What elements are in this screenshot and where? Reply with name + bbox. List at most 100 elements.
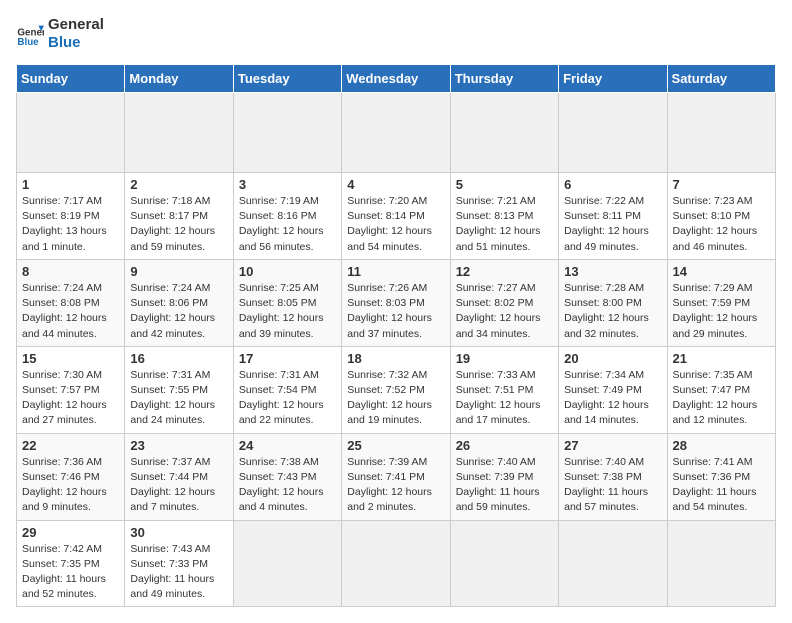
column-header-wednesday: Wednesday	[342, 65, 450, 93]
calendar-cell: 14 Sunrise: 7:29 AM Sunset: 7:59 PM Dayli…	[667, 259, 775, 346]
calendar-cell	[233, 520, 341, 607]
calendar-cell	[233, 93, 341, 173]
day-number: 28	[673, 438, 770, 453]
column-header-saturday: Saturday	[667, 65, 775, 93]
calendar-cell: 4Sunrise: 7:20 AM Sunset: 8:14 PM Daylig…	[342, 173, 450, 260]
day-number: 16	[130, 351, 227, 366]
day-number: 1	[22, 177, 119, 192]
day-info: Sunrise: 7:30 AM Sunset: 7:57 PM Dayligh…	[22, 368, 119, 429]
day-number: 9	[130, 264, 227, 279]
calendar-cell: 28Sunrise: 7:41 AM Sunset: 7:36 PM Dayli…	[667, 433, 775, 520]
day-number: 18	[347, 351, 444, 366]
calendar-cell: 26Sunrise: 7:40 AM Sunset: 7:39 PM Dayli…	[450, 433, 558, 520]
calendar-cell	[559, 520, 667, 607]
calendar-header-row: SundayMondayTuesdayWednesdayThursdayFrid…	[17, 65, 776, 93]
day-number: 30	[130, 525, 227, 540]
calendar-cell: 5Sunrise: 7:21 AM Sunset: 8:13 PM Daylig…	[450, 173, 558, 260]
day-info: Sunrise: 7:19 AM Sunset: 8:16 PM Dayligh…	[239, 194, 336, 255]
calendar-cell	[342, 93, 450, 173]
calendar-week-3: 15Sunrise: 7:30 AM Sunset: 7:57 PM Dayli…	[17, 346, 776, 433]
calendar-week-5: 29Sunrise: 7:42 AM Sunset: 7:35 PM Dayli…	[17, 520, 776, 607]
day-info: Sunrise: 7:29 AM Sunset: 7:59 PM Dayligh…	[673, 281, 770, 342]
calendar-cell: 29Sunrise: 7:42 AM Sunset: 7:35 PM Dayli…	[17, 520, 125, 607]
day-number: 17	[239, 351, 336, 366]
calendar-week-4: 22 Sunrise: 7:36 AM Sunset: 7:46 PM Dayli…	[17, 433, 776, 520]
day-number: 25	[347, 438, 444, 453]
day-info: Sunrise: 7:34 AM Sunset: 7:49 PM Dayligh…	[564, 368, 661, 429]
calendar-cell: 20 Sunrise: 7:34 AM Sunset: 7:49 PM Dayli…	[559, 346, 667, 433]
calendar-cell: 19Sunrise: 7:33 AM Sunset: 7:51 PM Dayli…	[450, 346, 558, 433]
calendar-cell: 16 Sunrise: 7:31 AM Sunset: 7:55 PM Dayli…	[125, 346, 233, 433]
calendar-cell: 10Sunrise: 7:25 AM Sunset: 8:05 PM Dayli…	[233, 259, 341, 346]
calendar-cell: 7 Sunrise: 7:23 AM Sunset: 8:10 PM Daylig…	[667, 173, 775, 260]
day-info: Sunrise: 7:31 AM Sunset: 7:54 PM Dayligh…	[239, 368, 336, 429]
column-header-thursday: Thursday	[450, 65, 558, 93]
day-info: Sunrise: 7:24 AM Sunset: 8:08 PM Dayligh…	[22, 281, 119, 342]
calendar-table: SundayMondayTuesdayWednesdayThursdayFrid…	[16, 64, 776, 607]
day-number: 8	[22, 264, 119, 279]
column-header-friday: Friday	[559, 65, 667, 93]
day-number: 2	[130, 177, 227, 192]
calendar-cell: 1 Sunrise: 7:17 AM Sunset: 8:19 PM Daylig…	[17, 173, 125, 260]
calendar-cell: 23Sunrise: 7:37 AM Sunset: 7:44 PM Dayli…	[125, 433, 233, 520]
calendar-week-2: 8 Sunrise: 7:24 AM Sunset: 8:08 PM Daylig…	[17, 259, 776, 346]
logo-blue: Blue	[48, 34, 104, 52]
day-number: 24	[239, 438, 336, 453]
day-info: Sunrise: 7:38 AM Sunset: 7:43 PM Dayligh…	[239, 455, 336, 516]
column-header-monday: Monday	[125, 65, 233, 93]
day-number: 4	[347, 177, 444, 192]
calendar-cell	[667, 93, 775, 173]
calendar-cell: 13Sunrise: 7:28 AM Sunset: 8:00 PM Dayli…	[559, 259, 667, 346]
calendar-cell	[450, 520, 558, 607]
day-info: Sunrise: 7:23 AM Sunset: 8:10 PM Dayligh…	[673, 194, 770, 255]
column-header-sunday: Sunday	[17, 65, 125, 93]
day-info: Sunrise: 7:27 AM Sunset: 8:02 PM Dayligh…	[456, 281, 553, 342]
day-number: 29	[22, 525, 119, 540]
day-number: 14	[673, 264, 770, 279]
day-info: Sunrise: 7:31 AM Sunset: 7:55 PM Dayligh…	[130, 368, 227, 429]
calendar-week-1: 1 Sunrise: 7:17 AM Sunset: 8:19 PM Daylig…	[17, 173, 776, 260]
day-info: Sunrise: 7:35 AM Sunset: 7:47 PM Dayligh…	[673, 368, 770, 429]
day-number: 22	[22, 438, 119, 453]
column-header-tuesday: Tuesday	[233, 65, 341, 93]
day-info: Sunrise: 7:17 AM Sunset: 8:19 PM Dayligh…	[22, 194, 119, 255]
day-info: Sunrise: 7:26 AM Sunset: 8:03 PM Dayligh…	[347, 281, 444, 342]
day-number: 20	[564, 351, 661, 366]
calendar-cell: 17 Sunrise: 7:31 AM Sunset: 7:54 PM Dayli…	[233, 346, 341, 433]
calendar-week-0	[17, 93, 776, 173]
calendar-cell	[667, 520, 775, 607]
day-number: 7	[673, 177, 770, 192]
calendar-cell	[450, 93, 558, 173]
logo-general: General	[48, 16, 104, 34]
calendar-cell: 22 Sunrise: 7:36 AM Sunset: 7:46 PM Dayli…	[17, 433, 125, 520]
calendar-cell: 18Sunrise: 7:32 AM Sunset: 7:52 PM Dayli…	[342, 346, 450, 433]
calendar-cell: 27Sunrise: 7:40 AM Sunset: 7:38 PM Dayli…	[559, 433, 667, 520]
calendar-cell	[17, 93, 125, 173]
day-info: Sunrise: 7:24 AM Sunset: 8:06 PM Dayligh…	[130, 281, 227, 342]
svg-text:Blue: Blue	[17, 37, 39, 48]
calendar-cell	[559, 93, 667, 173]
day-info: Sunrise: 7:33 AM Sunset: 7:51 PM Dayligh…	[456, 368, 553, 429]
day-number: 12	[456, 264, 553, 279]
day-info: Sunrise: 7:25 AM Sunset: 8:05 PM Dayligh…	[239, 281, 336, 342]
day-info: Sunrise: 7:28 AM Sunset: 8:00 PM Dayligh…	[564, 281, 661, 342]
calendar-cell: 25 Sunrise: 7:39 AM Sunset: 7:41 PM Dayli…	[342, 433, 450, 520]
day-number: 11	[347, 264, 444, 279]
calendar-cell: 2 Sunrise: 7:18 AM Sunset: 8:17 PM Daylig…	[125, 173, 233, 260]
day-info: Sunrise: 7:39 AM Sunset: 7:41 PM Dayligh…	[347, 455, 444, 516]
logo-icon: General Blue	[16, 20, 44, 48]
day-number: 23	[130, 438, 227, 453]
calendar-cell: 11 Sunrise: 7:26 AM Sunset: 8:03 PM Dayli…	[342, 259, 450, 346]
day-info: Sunrise: 7:40 AM Sunset: 7:39 PM Dayligh…	[456, 455, 553, 516]
calendar-cell: 8 Sunrise: 7:24 AM Sunset: 8:08 PM Daylig…	[17, 259, 125, 346]
day-number: 21	[673, 351, 770, 366]
calendar-cell	[125, 93, 233, 173]
calendar-cell: 6Sunrise: 7:22 AM Sunset: 8:11 PM Daylig…	[559, 173, 667, 260]
calendar-cell: 21 Sunrise: 7:35 AM Sunset: 7:47 PM Dayli…	[667, 346, 775, 433]
calendar-cell: 9 Sunrise: 7:24 AM Sunset: 8:06 PM Daylig…	[125, 259, 233, 346]
calendar-cell: 15Sunrise: 7:30 AM Sunset: 7:57 PM Dayli…	[17, 346, 125, 433]
calendar-cell: 12 Sunrise: 7:27 AM Sunset: 8:02 PM Dayli…	[450, 259, 558, 346]
day-info: Sunrise: 7:18 AM Sunset: 8:17 PM Dayligh…	[130, 194, 227, 255]
logo: General Blue General Blue	[16, 16, 104, 52]
day-info: Sunrise: 7:36 AM Sunset: 7:46 PM Dayligh…	[22, 455, 119, 516]
